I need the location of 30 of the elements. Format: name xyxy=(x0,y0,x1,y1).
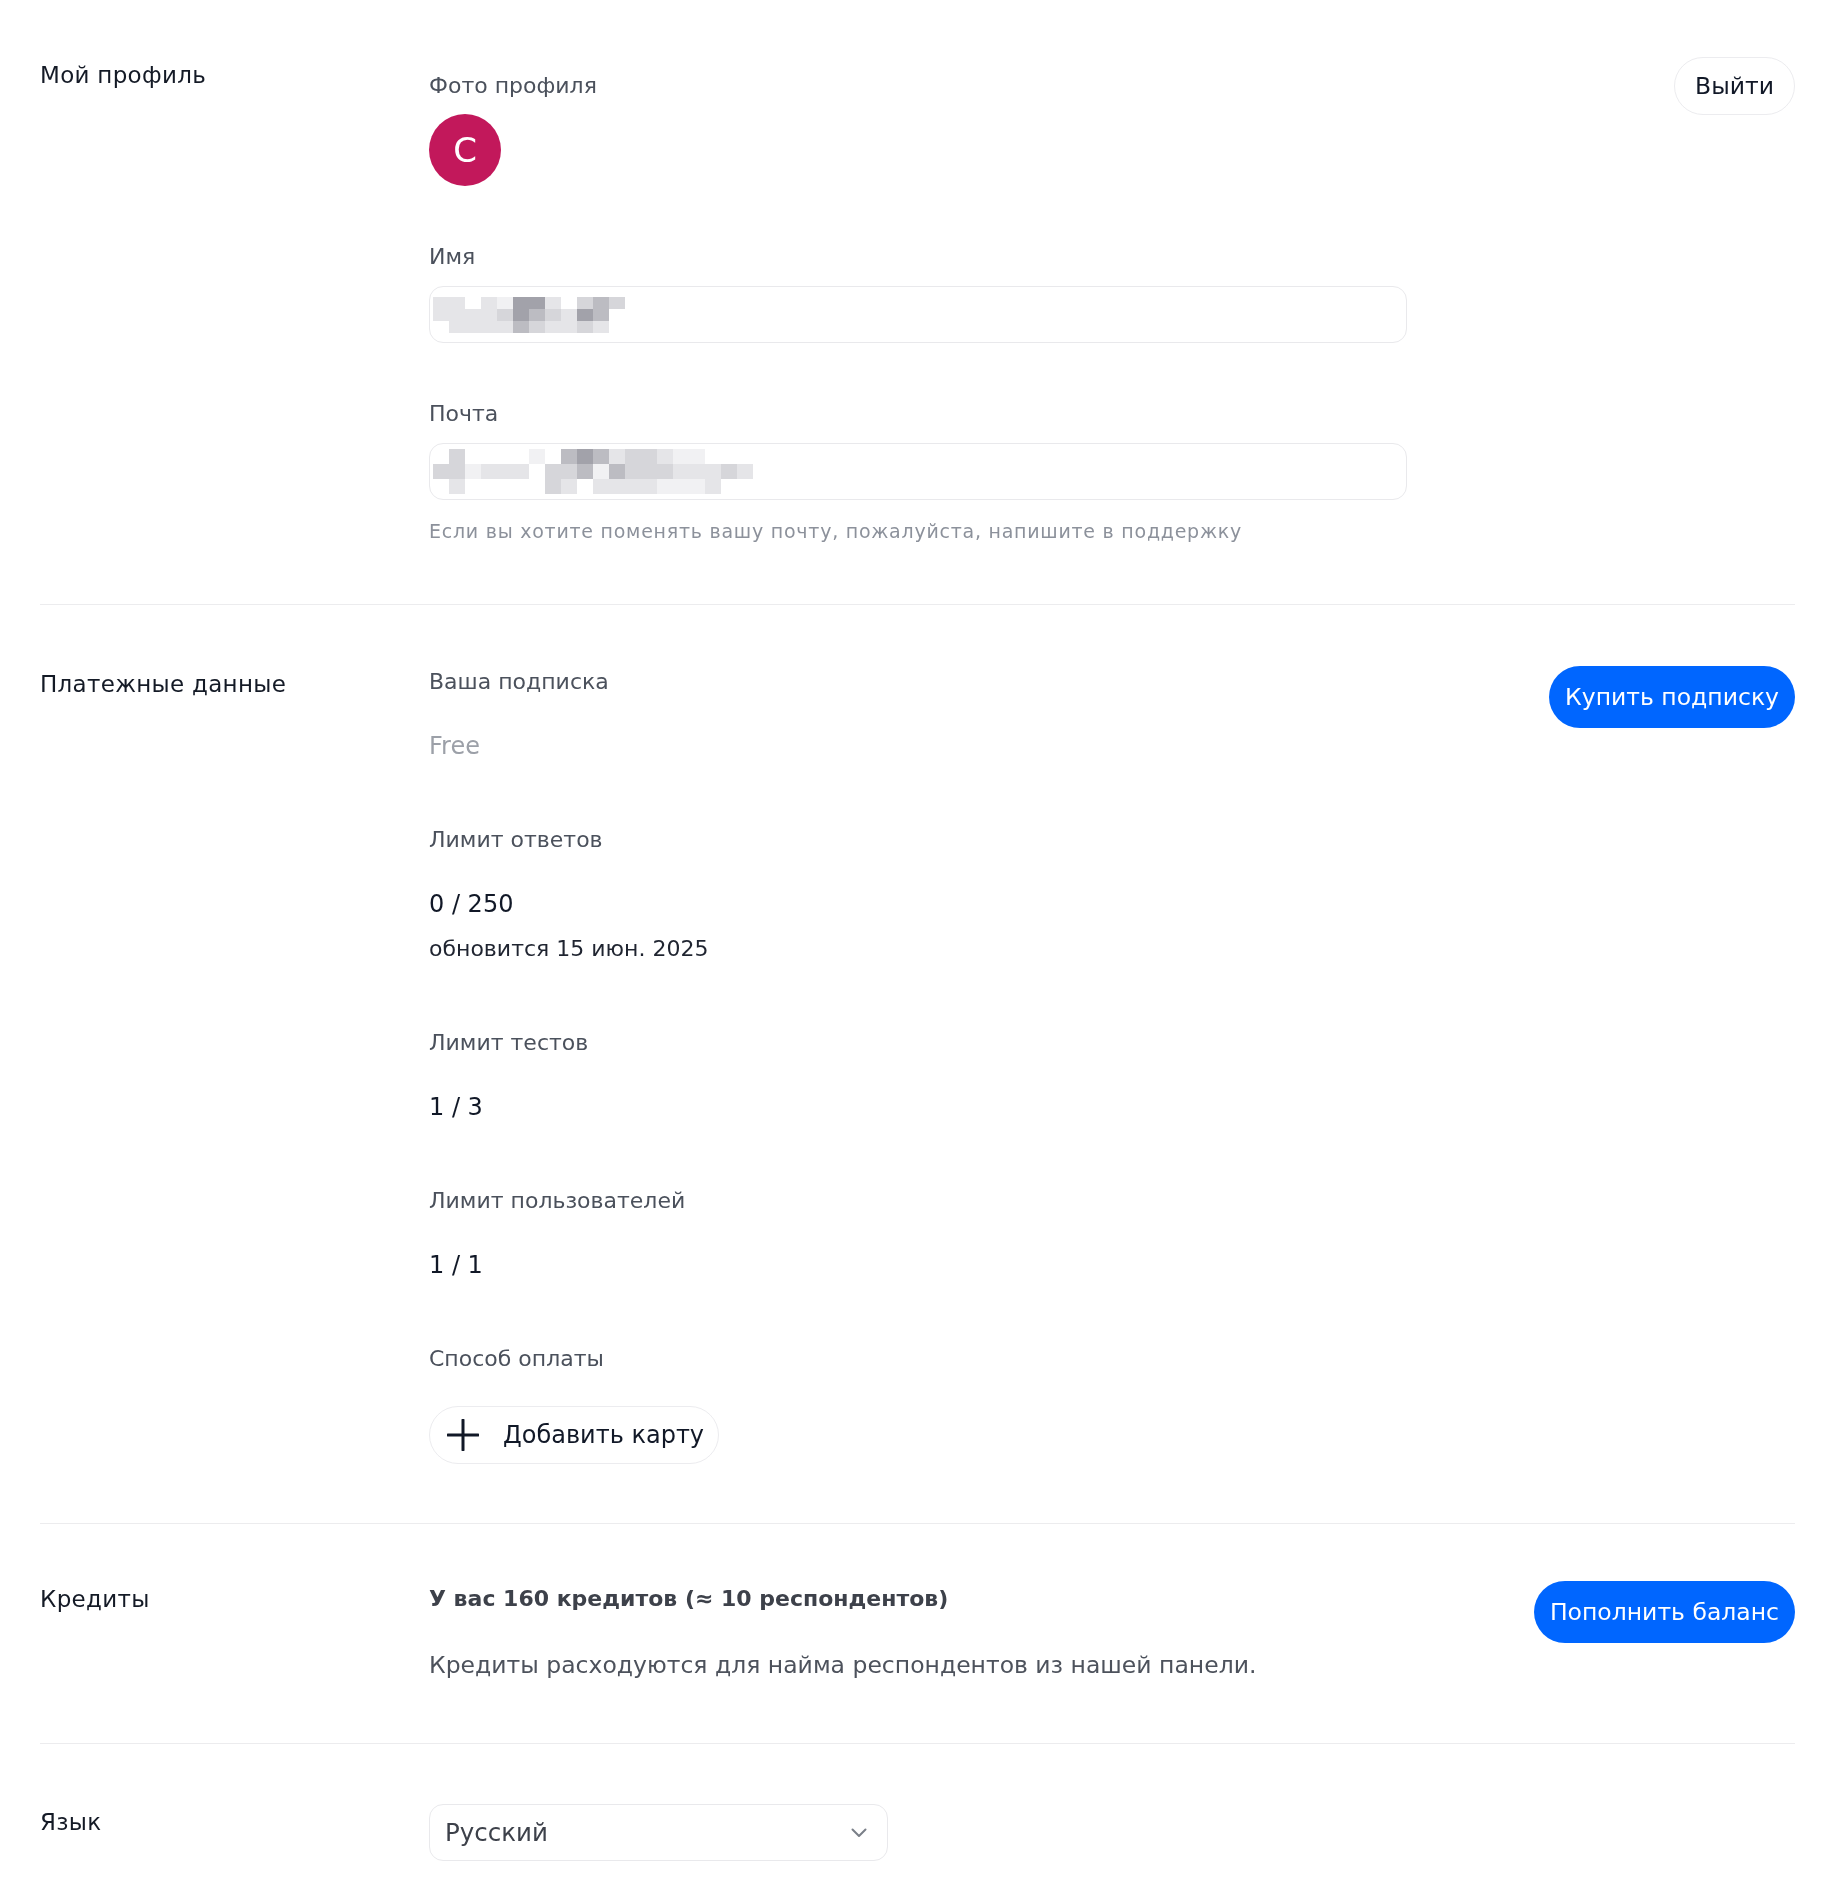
field-label: Ваша подписка xyxy=(429,668,609,696)
field-label: Лимит ответов xyxy=(429,826,603,854)
language-select[interactable]: Русский xyxy=(429,1804,888,1861)
credits-description: Кредиты расходуются для найма респондентов из нашей панели. xyxy=(429,1650,1257,1681)
limit-value: 1 / 1 xyxy=(429,1250,483,1281)
plus-icon xyxy=(447,1419,479,1451)
limit-value: 1 / 3 xyxy=(429,1092,483,1123)
field-label: Почта xyxy=(429,400,499,428)
field-label: Способ оплаты xyxy=(429,1345,604,1373)
helper-text: Если вы хотите поменять вашу почту, пожалуйста, напишите в поддержку xyxy=(429,519,1242,544)
plan-value: Free xyxy=(429,731,480,762)
chevron-down-icon xyxy=(851,1827,867,1838)
section-title: Кредиты xyxy=(40,1585,151,1614)
limit-value: 0 / 250 xyxy=(429,889,514,920)
field-label: Фото профиля xyxy=(429,72,597,100)
action-button[interactable]: Выйти xyxy=(1674,57,1795,115)
action-button[interactable]: Купить подписку xyxy=(1549,666,1795,728)
section-title: Язык xyxy=(40,1808,103,1837)
section-title: Платежные данные xyxy=(40,670,288,699)
field-label: Лимит пользователей xyxy=(429,1187,686,1215)
renewal-date-text: обновится 15 июн. 2025 xyxy=(429,935,709,963)
avatar: C xyxy=(429,114,501,186)
action-button[interactable]: Пополнить баланс xyxy=(1533,1581,1795,1643)
add-card-button[interactable]: Добавить карту xyxy=(429,1406,720,1464)
section-title: Мой профиль xyxy=(40,61,208,90)
field-label: Лимит тестов xyxy=(429,1029,589,1057)
field-label: Имя xyxy=(429,243,476,271)
credits-summary: У вас 160 кредитов (≈ 10 респондентов) xyxy=(429,1585,949,1613)
input-field[interactable] xyxy=(429,443,1407,500)
input-field[interactable] xyxy=(429,286,1407,343)
